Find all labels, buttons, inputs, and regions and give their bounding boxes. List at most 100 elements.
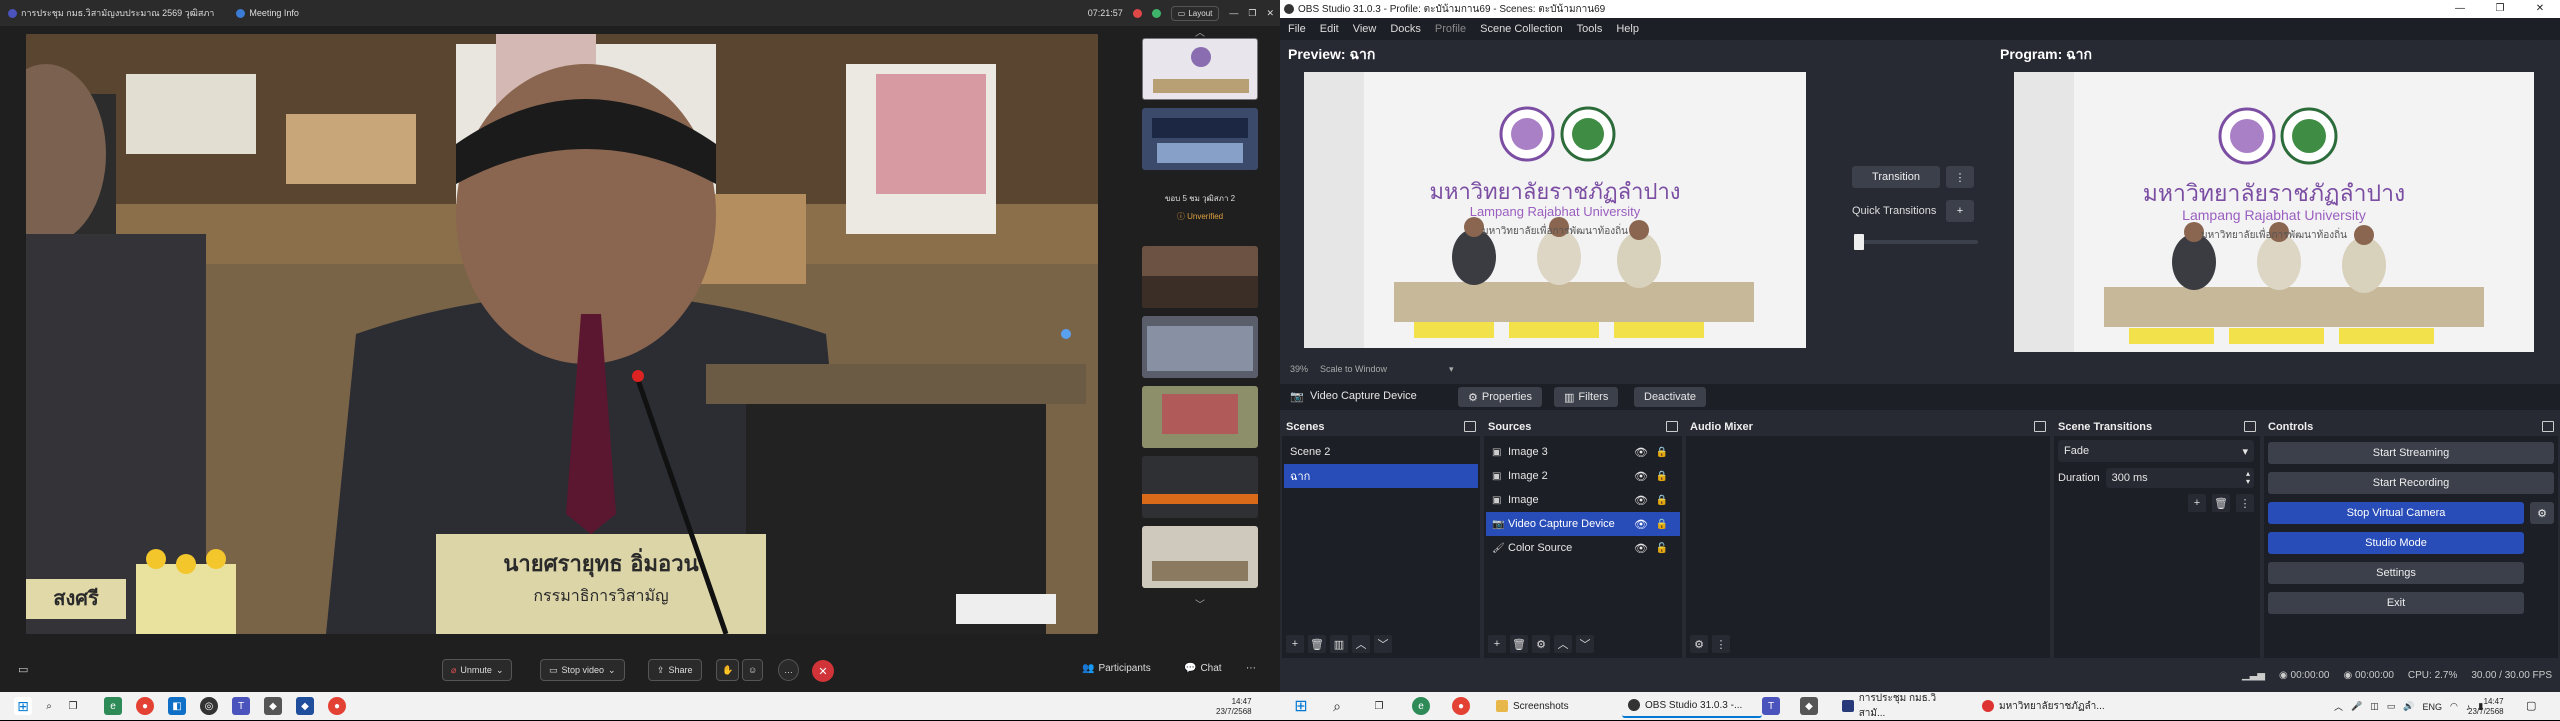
chevron-down-icon[interactable]: ▾ [1449, 364, 1454, 375]
transition-slider[interactable] [1854, 234, 1978, 250]
menu-profile[interactable]: Profile [1435, 23, 1466, 35]
participant-tile-placeholder[interactable]: ขอบ 5 ชม วุฒิสภา 2 ⓘ Unverified [1142, 178, 1258, 238]
taskbar-app-meeting[interactable]: การประชุม กมธ.วิสามั... [1836, 693, 1966, 719]
close-icon[interactable]: ✕ [1266, 8, 1274, 19]
search-icon[interactable]: ⌕ [1328, 697, 1346, 715]
start-recording-button[interactable]: Start Recording [2268, 472, 2554, 494]
stop-virtual-camera-button[interactable]: Stop Virtual Camera [2268, 502, 2524, 524]
transition-slider-handle[interactable] [1854, 234, 1864, 250]
source-item[interactable]: ▣ Image 2 👁 🔒 [1486, 464, 1680, 488]
search-icon[interactable]: ⌕ [40, 697, 58, 715]
move-up-icon[interactable]: ︿ [1554, 635, 1572, 653]
lock-icon[interactable]: 🔒 [1656, 495, 1668, 506]
participant-tile[interactable] [1142, 38, 1258, 100]
studio-mode-button[interactable]: Studio Mode [2268, 532, 2524, 554]
visibility-eye-icon[interactable]: 👁 [1634, 518, 1648, 531]
participants-button[interactable]: 👥 Participants [1082, 663, 1151, 674]
scale-mode-select[interactable]: Scale to Window [1320, 364, 1387, 375]
transition-menu-button[interactable]: ⋮ [1946, 166, 1974, 188]
add-quick-transition-button[interactable]: + [1946, 200, 1974, 222]
participant-tile[interactable] [1142, 456, 1258, 518]
scroll-up-icon[interactable]: ︿ [1142, 24, 1258, 39]
visibility-eye-icon[interactable]: 👁 [1634, 542, 1648, 555]
unlock-icon[interactable]: 🔓 [1656, 543, 1668, 554]
more-button[interactable]: … [778, 659, 799, 681]
move-up-icon[interactable]: ︿ [1352, 635, 1370, 653]
source-item[interactable]: 🖌 Color Source 👁 🔓 [1486, 536, 1680, 560]
menu-help[interactable]: Help [1616, 23, 1639, 35]
add-icon[interactable]: + [1488, 635, 1506, 653]
undock-icon[interactable] [2542, 421, 2554, 432]
undock-icon[interactable] [2034, 421, 2046, 432]
windows-start-icon[interactable]: ⊞ [14, 697, 32, 715]
lock-icon[interactable]: 🔒 [1656, 471, 1668, 482]
obs-icon[interactable]: ◎ [200, 697, 218, 715]
menu-scene-collection[interactable]: Scene Collection [1480, 23, 1563, 35]
duration-input[interactable]: 300 ms ▴ ▾ [2105, 468, 2254, 488]
scroll-down-icon[interactable]: ﹀ [1142, 596, 1258, 611]
kebab-icon[interactable]: ⋮ [2236, 494, 2254, 512]
chat-button[interactable]: 💬 Chat [1184, 663, 1222, 674]
volume-icon[interactable]: 🔊 [2403, 701, 2414, 712]
scene-item[interactable]: ฉาก [1284, 464, 1478, 488]
mic-icon[interactable]: 🎤 [2351, 701, 2362, 712]
windows-start-icon[interactable]: ⊞ [1292, 697, 1310, 715]
participant-tile[interactable] [1142, 526, 1258, 588]
teams-icon[interactable]: T [232, 697, 250, 715]
edge-icon[interactable]: e [1412, 697, 1430, 715]
settings-button[interactable]: Settings [2268, 562, 2524, 584]
edge-icon[interactable]: e [104, 697, 122, 715]
leave-button[interactable]: ✕ [812, 660, 834, 682]
preview-canvas[interactable]: มหาวิทยาลัยราชภัฏลำปาง Lampang Rajabhat … [1304, 72, 1806, 348]
right-clock[interactable]: 14:47 23/7/2568 [2468, 697, 2504, 717]
chrome-icon[interactable]: ● [328, 697, 346, 715]
app-icon[interactable]: ◆ [1800, 697, 1818, 715]
task-view-icon[interactable]: ❐ [1370, 697, 1388, 715]
source-item[interactable]: ▣ Image 3 👁 🔒 [1486, 440, 1680, 464]
filter-icon[interactable]: ▥ [1330, 635, 1348, 653]
app-icon[interactable]: ◆ [296, 697, 314, 715]
visibility-eye-icon[interactable]: 👁 [1634, 446, 1648, 459]
minimize-icon[interactable]: — [1229, 8, 1238, 18]
restore-icon[interactable]: ❐ [1248, 8, 1256, 19]
zoom-level[interactable]: 39% [1290, 364, 1308, 375]
move-down-icon[interactable]: ﹀ [1374, 635, 1392, 653]
taskbar-app-obs[interactable]: OBS Studio 31.0.3 -... [1622, 694, 1762, 718]
kebab-icon[interactable]: ⋮ [1712, 635, 1730, 653]
add-icon[interactable]: + [1286, 635, 1304, 653]
add-icon[interactable]: + [2188, 494, 2206, 512]
stop-video-button[interactable]: ▭ Stop video ⌄ [540, 659, 625, 681]
layout-button[interactable]: ▭ Layout [1170, 5, 1220, 21]
trash-icon[interactable]: 🗑 [1510, 635, 1528, 653]
share-button[interactable]: ⇪ Share [648, 659, 702, 681]
menu-edit[interactable]: Edit [1320, 23, 1339, 35]
minimize-icon[interactable]: — [2440, 0, 2480, 18]
captions-icon[interactable]: ▭ [18, 663, 28, 676]
exit-button[interactable]: Exit [2268, 592, 2524, 614]
taskbar-app-chrome[interactable]: มหาวิทยาลัยราชภัฏลำ... [1976, 694, 2126, 718]
visibility-eye-icon[interactable]: 👁 [1634, 470, 1648, 483]
unmute-button[interactable]: ⌀ Unmute ⌄ [442, 659, 513, 681]
menu-file[interactable]: File [1288, 23, 1306, 35]
undock-icon[interactable] [2244, 421, 2256, 432]
menu-view[interactable]: View [1353, 23, 1377, 35]
taskbar-app-screenshots[interactable]: Screenshots [1490, 694, 1610, 718]
start-streaming-button[interactable]: Start Streaming [2268, 442, 2554, 464]
virtual-camera-settings-button[interactable]: ⚙ [2530, 502, 2554, 524]
filters-button[interactable]: ▥ Filters [1554, 387, 1619, 407]
transition-type-select[interactable]: Fade ▾ [2058, 440, 2254, 462]
deactivate-button[interactable]: Deactivate [1634, 387, 1706, 407]
task-view-icon[interactable]: ❐ [64, 697, 82, 715]
store-icon[interactable]: ◧ [168, 697, 186, 715]
more-options-icon[interactable]: ⋯ [1246, 663, 1256, 674]
reactions-button[interactable]: ☺ [742, 659, 764, 681]
gear-icon[interactable]: ⚙ [1532, 635, 1550, 653]
participant-tile[interactable] [1142, 246, 1258, 308]
participant-tile[interactable] [1142, 386, 1258, 448]
properties-button[interactable]: ⚙ Properties [1458, 387, 1543, 407]
chrome-icon[interactable]: ● [136, 697, 154, 715]
visibility-eye-icon[interactable]: 👁 [1634, 494, 1648, 507]
stepper-icon[interactable]: ▴ ▾ [2246, 470, 2250, 486]
participant-tile[interactable] [1142, 316, 1258, 378]
app-icon[interactable]: ◆ [264, 697, 282, 715]
